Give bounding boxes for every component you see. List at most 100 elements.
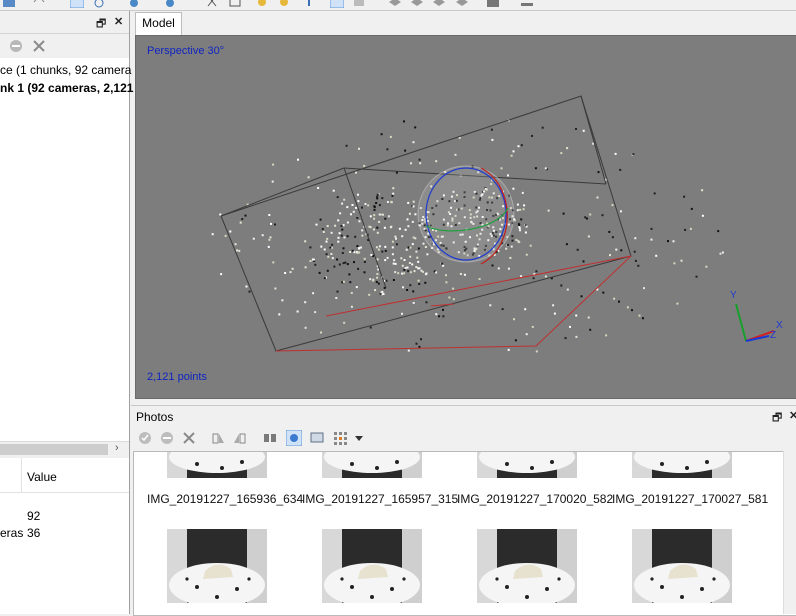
tiled-view-icon[interactable] [455,0,469,8]
point [272,163,275,166]
point [325,240,328,243]
point [512,150,515,153]
cut-icon[interactable] [205,0,219,8]
close-panel-icon[interactable]: ✕ [114,15,123,28]
point [342,247,345,250]
undo-icon[interactable] [32,0,46,8]
point [602,291,605,294]
photo-thumbnail[interactable] [322,529,422,603]
details-view-icon[interactable] [309,430,325,446]
point [667,240,669,243]
point [613,297,616,300]
textured-view-icon[interactable] [432,0,446,8]
point [418,345,421,348]
point [341,228,344,231]
close-panel-icon[interactable]: ✕ [789,409,796,422]
horizontal-scrollbar[interactable]: › [0,441,129,459]
point [418,283,421,285]
float-panel-icon[interactable]: 🗗 [96,15,106,34]
point [509,256,512,259]
point [596,196,599,199]
photos-vertical-scrollbar[interactable] [783,451,796,614]
point [680,259,683,262]
point [384,245,387,248]
dense-cloud-view-icon[interactable] [352,0,366,8]
tree-item-chunk[interactable]: nk 1 (92 cameras, 2,121 [0,80,133,97]
scroll-right-icon[interactable]: › [115,442,119,454]
point [523,204,526,207]
point-cloud-view-icon[interactable] [330,0,344,8]
tree-item-workspace[interactable]: ce (1 chunks, 92 camera [0,62,131,79]
point [377,282,380,285]
reset-view-icon[interactable] [302,0,316,8]
point [417,260,420,263]
photo-thumbnail[interactable] [167,452,267,478]
point [653,192,656,195]
point [422,242,425,245]
point [412,200,415,203]
disable-icon[interactable] [9,39,23,53]
point [417,267,420,270]
tab-model[interactable]: Model [135,12,182,35]
point [384,217,387,220]
remove-cameras-icon[interactable] [181,430,197,446]
point [395,243,398,246]
point [405,248,408,251]
scrollbar-thumb[interactable] [0,444,108,455]
point [383,226,386,229]
zoom-out-icon[interactable] [278,0,292,8]
photos-grid: IMG_20191227_165936_634 IMG_20191227_1659… [133,451,796,616]
point [325,253,328,256]
view-photo-icon[interactable] [286,430,302,446]
photo-thumbnail[interactable] [477,529,577,603]
estimate-quality-icon[interactable] [262,430,278,446]
point [367,204,370,207]
point [343,236,346,239]
model-viewport[interactable]: Y X Z Perspective 30° 2,121 points [135,35,796,399]
point [343,321,346,324]
solid-view-icon[interactable] [410,0,424,8]
point [376,258,379,261]
photo-thumbnail[interactable] [632,529,732,603]
point [398,227,401,230]
photo-thumbnail[interactable] [477,452,577,478]
photo-thumbnail[interactable] [632,452,732,478]
rotate-right-icon[interactable] [232,430,248,446]
point [395,237,397,240]
point [376,195,379,198]
point [402,286,404,289]
point [340,234,343,237]
rotate-tool-icon[interactable] [92,0,106,8]
point [507,243,509,246]
point [363,261,366,263]
point [565,243,568,246]
point [389,135,392,138]
disable-cameras-icon[interactable] [159,430,175,446]
mesh-view-icon[interactable] [388,0,402,8]
thumbnails-view-icon[interactable] [332,430,348,446]
point [321,228,324,230]
zoom-in-icon[interactable] [256,0,270,8]
navigation-icon[interactable] [127,0,141,8]
chevron-down-icon[interactable] [351,430,367,446]
show-cameras-icon[interactable] [520,0,534,8]
point [252,237,255,240]
point [361,206,363,209]
rotate-left-icon[interactable] [210,430,226,446]
point [369,215,372,218]
point [511,235,514,238]
photo-thumbnail[interactable] [167,529,267,603]
camera-icon[interactable] [486,0,500,8]
point [323,248,326,251]
remove-icon[interactable] [32,39,46,53]
move-icon[interactable] [163,0,177,8]
point [525,333,528,336]
photo-thumbnail[interactable] [322,452,422,478]
enable-cameras-icon[interactable] [137,430,153,446]
select-tool-icon[interactable] [70,0,84,8]
point [211,233,214,236]
toolbar-icon[interactable] [2,0,16,8]
point [409,246,412,249]
point [392,279,395,281]
crop-icon[interactable] [228,0,242,8]
